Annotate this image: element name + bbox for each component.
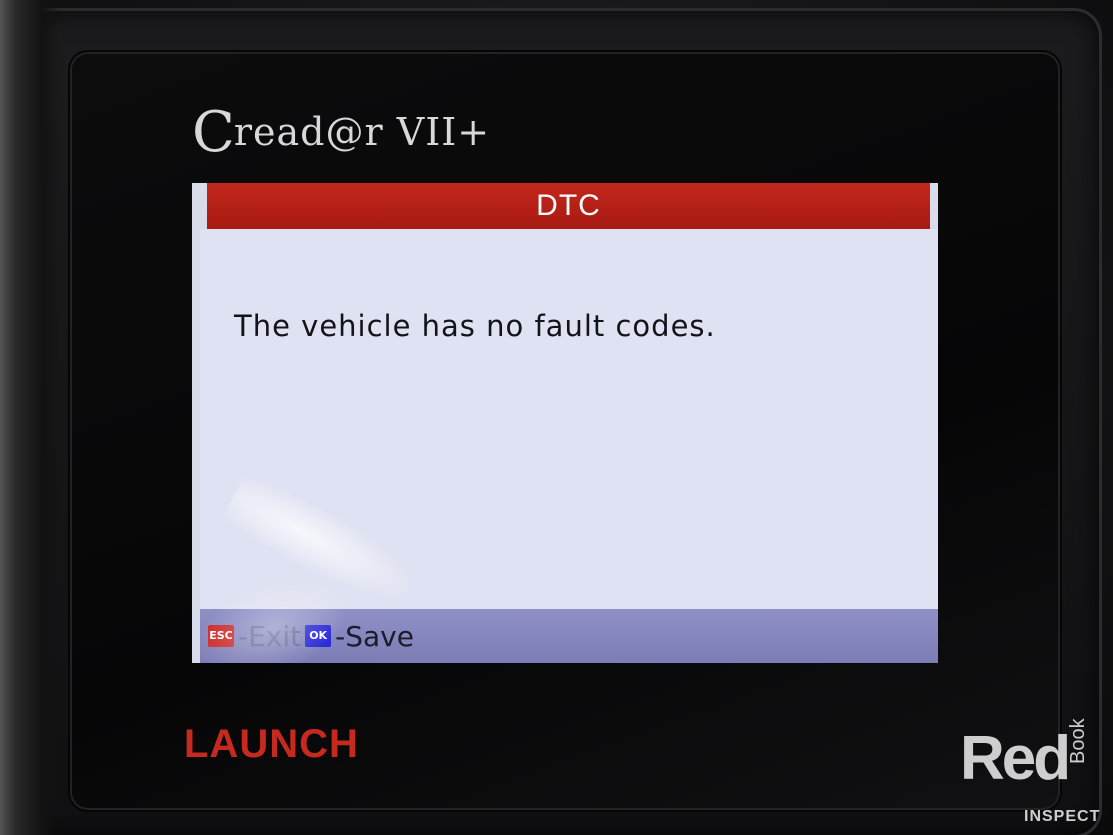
lcd-screen: DTC The vehicle has no fault codes. ESC … <box>192 183 938 663</box>
creader-logo: Cread@r VII+ <box>192 100 490 165</box>
ok-key-button[interactable]: OK <box>305 625 332 647</box>
device-photo: Cread@r VII+ DTC The vehicle has no faul… <box>0 0 1113 835</box>
logo-wordmark: read@r <box>233 110 384 154</box>
watermark-inspect: INSPECT <box>1024 808 1101 825</box>
softkey-bar: ESC -Exit OK -Save <box>200 609 938 663</box>
logo-model: VII+ <box>396 110 491 154</box>
esc-key-button[interactable]: ESC <box>208 625 234 647</box>
logo-initial: C <box>192 100 236 165</box>
save-label: -Save <box>335 619 414 653</box>
message-area: The vehicle has no fault codes. <box>200 229 938 609</box>
launch-logo: LAUNCH <box>184 722 359 766</box>
exit-label: -Exit <box>238 619 302 653</box>
bezel-edge <box>0 0 60 835</box>
title-bar: DTC <box>207 183 930 229</box>
redbook-watermark: Red Book INSPECT <box>960 718 1110 833</box>
watermark-book: Book <box>1067 718 1089 764</box>
screen-title: DTC <box>536 189 601 222</box>
watermark-red: Red <box>960 724 1071 793</box>
status-message: The vehicle has no fault codes. <box>234 309 716 343</box>
